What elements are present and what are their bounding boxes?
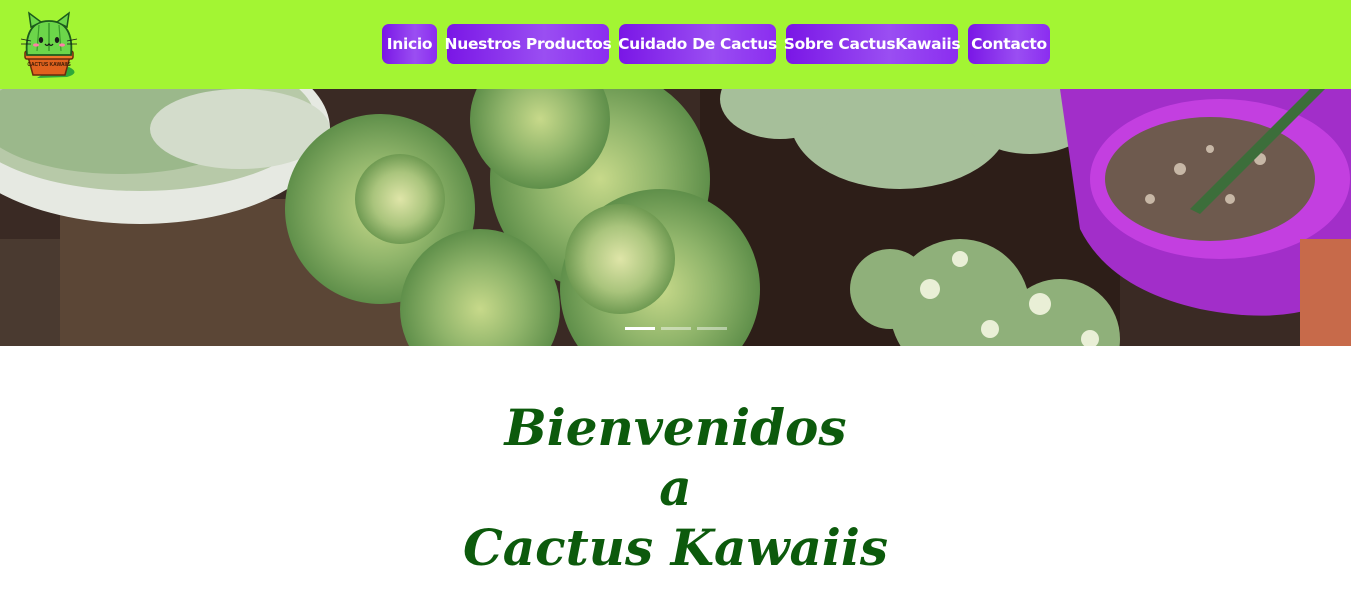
kawaii-cactus-logo-icon[interactable]: CACTUS KAWAIIS	[13, 9, 85, 79]
carousel-indicator-2[interactable]	[661, 327, 691, 330]
hero-carousel[interactable]	[0, 89, 1351, 346]
nav-nuestros-productos-button[interactable]: Nuestros Productos	[445, 24, 612, 64]
welcome-line-2: a	[659, 458, 692, 517]
welcome-line-3: Cactus Kawaiis	[462, 518, 889, 577]
nav-sobre-cactuskawaiis-button[interactable]: Sobre CactusKawaiis	[784, 24, 961, 64]
navbar: CACTUS KAWAIIS Inicio Nuestros Productos…	[0, 0, 1351, 89]
carousel-indicators	[625, 327, 727, 330]
carousel-indicator-3[interactable]	[697, 327, 727, 330]
welcome-heading: Bienvenidos a Cactus Kawaiis	[0, 398, 1351, 578]
nav-cuidado-de-cactus-button[interactable]: Cuidado De Cactus	[618, 24, 777, 64]
carousel-indicator-1[interactable]	[625, 327, 655, 330]
welcome-line-1: Bienvenidos	[504, 398, 847, 457]
nav-inicio-button[interactable]: Inicio	[382, 24, 437, 64]
main-nav: Inicio Nuestros Productos Cuidado De Cac…	[382, 24, 1050, 64]
logo-text: CACTUS KAWAIIS	[27, 62, 71, 68]
nav-contacto-button[interactable]: Contacto	[968, 24, 1050, 64]
succulents-photo	[0, 89, 1351, 346]
